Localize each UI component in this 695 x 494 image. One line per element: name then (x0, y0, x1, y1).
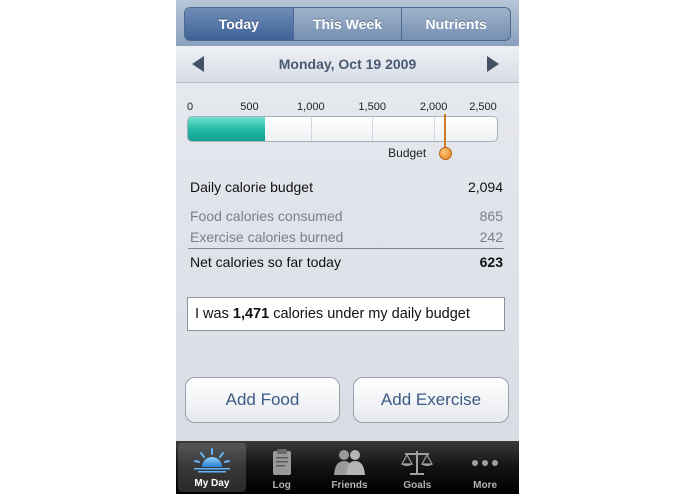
top-toolbar: Today This Week Nutrients (176, 0, 519, 46)
segment-nutrients[interactable]: Nutrients (401, 8, 510, 40)
net-calories-row: Net calories so far today 623 (190, 254, 503, 270)
tab-goals[interactable]: Goals (383, 441, 451, 494)
gauge-tick-label: 2,500 (469, 101, 497, 113)
tab-more-label: More (473, 480, 498, 491)
food-calories-value: 865 (479, 208, 503, 224)
net-calories-value: 623 (479, 254, 503, 270)
add-food-button[interactable]: Add Food (185, 377, 340, 423)
tab-log-label: Log (272, 480, 291, 491)
left-triangle-arrow-icon[interactable] (192, 56, 204, 72)
net-calories-fill (188, 117, 265, 141)
gauge-tick-label: 1,500 (358, 101, 386, 113)
net-calories-label: Net calories so far today (190, 254, 341, 270)
add-exercise-button[interactable]: Add Exercise (353, 377, 509, 423)
budget-marker-label: Budget (388, 146, 427, 160)
budget-summary-box: I was 1,471 calories under my daily budg… (187, 297, 505, 331)
scales-icon (401, 451, 434, 475)
view-segmented-control: Today This Week Nutrients (184, 7, 511, 41)
sunrise-icon (193, 448, 230, 473)
exercise-calories-row: Exercise calories burned 242 (190, 229, 503, 245)
gauge-gridline (310, 117, 312, 141)
date-navigation: Monday, Oct 19 2009 (176, 46, 519, 83)
gauge-gridline (433, 117, 435, 141)
segment-today[interactable]: Today (185, 8, 293, 40)
daily-budget-row: Daily calorie budget 2,094 (190, 179, 503, 195)
net-divider (188, 248, 504, 249)
daily-budget-label: Daily calorie budget (190, 179, 313, 195)
exercise-calories-label: Exercise calories burned (190, 229, 344, 245)
tab-log[interactable]: Log (248, 441, 316, 494)
gauge-tick-label: 0 (186, 101, 194, 113)
tab-friends[interactable]: Friends (316, 441, 384, 494)
gauge-gridline (372, 117, 374, 141)
bottom-tab-bar: My Day Log Friends Goals More (176, 441, 519, 494)
summary-prefix: I was (195, 306, 233, 322)
right-triangle-arrow-icon[interactable] (487, 56, 499, 72)
gauge-tick-label: 500 (240, 101, 259, 113)
clipboard-icon (272, 449, 291, 475)
calorie-gauge (187, 116, 498, 142)
ellipsis-icon (472, 460, 499, 466)
gauge-tick-label: 1,000 (297, 101, 325, 113)
daily-budget-value: 2,094 (467, 179, 503, 195)
tab-goals-label: Goals (403, 480, 432, 491)
summary-amount: 1,471 (232, 306, 270, 322)
food-calories-label: Food calories consumed (190, 208, 343, 224)
gauge-tick-label: 2,000 (419, 101, 448, 113)
tab-more[interactable]: More (451, 441, 519, 494)
exercise-calories-value: 242 (479, 229, 503, 245)
segment-this-week[interactable]: This Week (292, 8, 402, 40)
tab-friends-label: Friends (331, 480, 368, 491)
tab-my-day[interactable]: My Day (178, 443, 246, 492)
food-calories-row: Food calories consumed 865 (190, 208, 503, 224)
summary-suffix: calories under my daily budget (269, 306, 470, 322)
tab-my-day-label: My Day (194, 478, 230, 489)
people-icon (334, 450, 366, 475)
current-date: Monday, Oct 19 2009 (278, 56, 417, 72)
